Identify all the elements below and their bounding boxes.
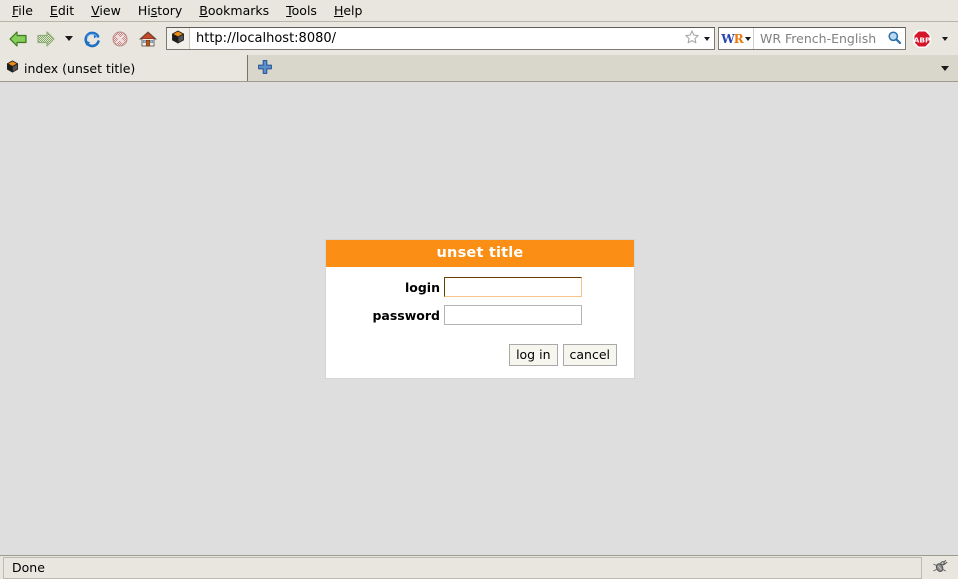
search-submit-button[interactable]	[883, 30, 905, 48]
navigation-toolbar: http://localhost:8080/ WR WR French-Engl…	[0, 22, 958, 56]
login-input[interactable]	[444, 277, 582, 297]
bookmark-star-icon[interactable]	[684, 29, 700, 48]
menu-bar: File Edit View History Bookmarks Tools H…	[0, 0, 958, 22]
chevron-down-icon	[942, 36, 948, 41]
menu-edit[interactable]: Edit	[42, 2, 83, 20]
forward-button	[32, 25, 60, 53]
stop-icon	[109, 29, 131, 49]
log-in-button[interactable]: log in	[509, 344, 558, 366]
home-button[interactable]	[134, 25, 162, 53]
cube-favicon	[6, 60, 19, 76]
login-field-row: login	[326, 277, 618, 297]
firebug-bug-icon	[932, 558, 949, 578]
menu-view[interactable]: View	[83, 2, 130, 20]
new-tab-button[interactable]	[248, 55, 282, 81]
browser-window: File Edit View History Bookmarks Tools H…	[0, 0, 958, 579]
stop-button	[106, 25, 134, 53]
search-input[interactable]: WR French-English	[754, 31, 883, 46]
url-dropdown-icon[interactable]	[704, 36, 710, 41]
menu-help[interactable]: Help	[326, 2, 372, 20]
cancel-button[interactable]: cancel	[562, 344, 617, 366]
menu-tools[interactable]: Tools	[278, 2, 326, 20]
site-identity-button[interactable]	[167, 28, 190, 49]
password-field-row: password	[326, 305, 618, 325]
login-form: unset title login password log in cancel	[325, 239, 635, 379]
adblock-plus-icon: ABP	[912, 29, 932, 49]
password-label: password	[372, 307, 440, 323]
reload-icon	[81, 29, 103, 49]
login-form-body: login password log in cancel	[326, 267, 634, 378]
history-dropdown-button[interactable]	[60, 25, 78, 53]
login-label: login	[404, 279, 440, 295]
page-content: unset title login password log in cancel	[0, 82, 958, 555]
cube-favicon	[171, 30, 185, 47]
login-form-title: unset title	[326, 240, 634, 267]
menu-bookmarks[interactable]: Bookmarks	[191, 2, 278, 20]
reload-button[interactable]	[78, 25, 106, 53]
tab-bar-empty-space	[282, 55, 932, 81]
firebug-button[interactable]	[921, 556, 958, 579]
tab-index[interactable]: index (unset title)	[0, 55, 248, 81]
list-all-tabs-button[interactable]	[932, 55, 958, 81]
login-form-actions: log in cancel	[326, 333, 618, 366]
search-bar[interactable]: WR WR French-English	[718, 27, 906, 50]
address-bar[interactable]: http://localhost:8080/	[166, 27, 715, 50]
password-input[interactable]	[444, 305, 582, 325]
home-icon	[137, 29, 159, 49]
tab-title: index (unset title)	[24, 60, 136, 76]
adblock-plus-button[interactable]: ABP	[908, 25, 936, 53]
url-input[interactable]: http://localhost:8080/	[190, 31, 684, 46]
plus-icon	[257, 59, 273, 78]
wordreference-logo-icon: WR	[721, 31, 743, 46]
chevron-down-icon	[65, 36, 73, 41]
forward-arrow-icon	[35, 29, 57, 49]
back-arrow-icon	[7, 29, 29, 49]
chevron-down-icon	[941, 65, 949, 71]
back-button[interactable]	[4, 25, 32, 53]
tab-bar: index (unset title)	[0, 55, 958, 82]
status-message: Done	[3, 556, 921, 579]
adblock-dropdown-button[interactable]	[936, 25, 954, 53]
menu-history[interactable]: History	[130, 2, 191, 20]
menu-file[interactable]: File	[4, 2, 42, 20]
chevron-down-icon[interactable]	[744, 36, 751, 41]
svg-text:ABP: ABP	[914, 35, 931, 44]
status-bar: Done	[0, 555, 958, 579]
magnifier-icon	[887, 30, 902, 48]
search-engine-selector[interactable]: WR	[719, 28, 754, 49]
